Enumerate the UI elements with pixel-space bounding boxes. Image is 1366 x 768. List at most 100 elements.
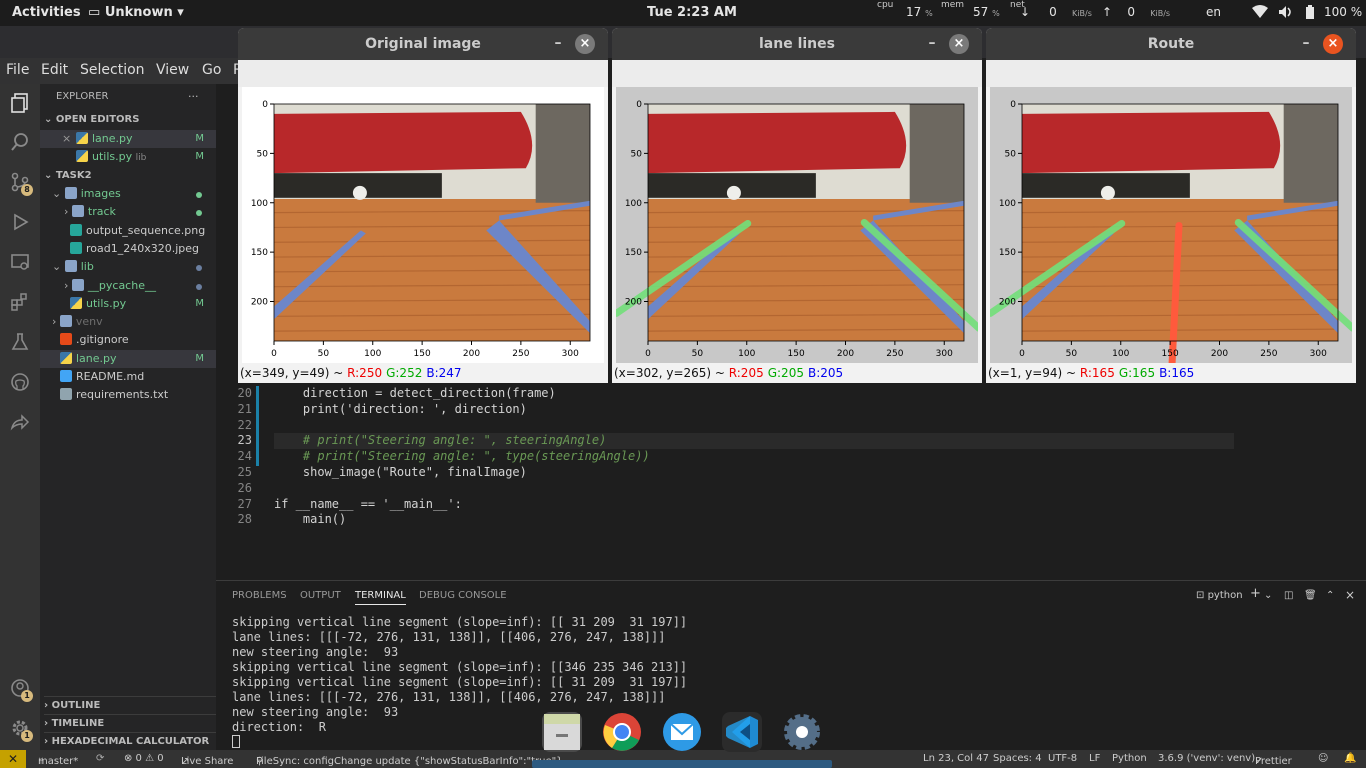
x-tick-label: 100: [1112, 349, 1129, 359]
open-editor-utils[interactable]: utils.py lib M: [40, 148, 216, 166]
tab-output[interactable]: OUTPUT: [300, 590, 341, 601]
add-terminal-icon[interactable]: +: [1250, 586, 1261, 601]
tree-item[interactable]: › venv: [40, 313, 216, 331]
tree-item[interactable]: ⌄ images: [40, 185, 216, 203]
gear-icon[interactable]: 1: [8, 718, 33, 742]
code-line[interactable]: direction = detect_direction(frame): [274, 386, 556, 400]
tab-debug-console[interactable]: DEBUG CONSOLE: [419, 590, 507, 601]
tree-item[interactable]: › track: [40, 203, 216, 221]
code-line[interactable]: if __name__ == '__main__':: [274, 497, 462, 511]
pixel-b: B:247: [426, 366, 462, 380]
wifi-icon[interactable]: [1252, 5, 1268, 23]
app-menu[interactable]: ▭ Unknown ▾: [88, 5, 184, 20]
menu-selection[interactable]: Selection: [80, 62, 145, 78]
tree-item[interactable]: requirements.txt: [40, 386, 216, 404]
window-titlebar[interactable]: Original image – ×: [238, 28, 608, 60]
tree-item-label: utils.py: [86, 296, 127, 310]
github-icon[interactable]: [8, 372, 32, 396]
window-titlebar[interactable]: lane lines – ×: [612, 28, 982, 60]
close-icon[interactable]: ×: [62, 130, 71, 148]
split-terminal-icon[interactable]: ◫: [1284, 590, 1293, 601]
tree-item[interactable]: › __pycache__: [40, 277, 216, 295]
feedback-icon[interactable]: ☺: [1318, 753, 1328, 764]
volume-icon[interactable]: [1278, 5, 1294, 23]
close-icon[interactable]: ×: [949, 34, 969, 54]
chevron-down-icon[interactable]: ⌄: [1264, 590, 1272, 601]
tab-problems[interactable]: PROBLEMS: [232, 590, 287, 601]
tree-item[interactable]: lane.py M: [40, 349, 216, 368]
plot-figure[interactable]: 0 50 100 150 200 250 300 0 50 100 150 200: [616, 87, 978, 363]
y-tick-label: 100: [625, 199, 642, 209]
more-actions-icon[interactable]: ···: [188, 88, 208, 106]
python-interpreter[interactable]: 3.6.9 ('venv': venv): [1158, 753, 1255, 764]
x-tick-label: 0: [271, 349, 277, 359]
minimize-icon[interactable]: –: [552, 36, 564, 50]
tab-terminal[interactable]: TERMINAL: [355, 590, 406, 605]
battery-icon[interactable]: [1306, 5, 1314, 23]
end-of-line[interactable]: LF: [1089, 753, 1100, 764]
sync-icon[interactable]: ⟳: [96, 753, 104, 764]
menu-go[interactable]: Go: [202, 62, 221, 78]
image-window[interactable]: Route – × 0 50 100 150 200 250 300 0 50 100 150 200 (x=…: [986, 28, 1356, 383]
remote-explorer-icon[interactable]: [8, 252, 32, 276]
menu-file[interactable]: File: [6, 62, 29, 78]
terminal-select[interactable]: ⊡ python: [1196, 590, 1243, 601]
minimize-icon[interactable]: –: [926, 36, 938, 50]
account-icon[interactable]: 1: [8, 678, 33, 702]
trash-icon[interactable]: 🗑: [1304, 590, 1317, 601]
code-line[interactable]: # print("Steering angle: ", steeringAngl…: [274, 433, 606, 447]
maximize-panel-icon[interactable]: ⌃: [1326, 590, 1334, 601]
remote-indicator-icon[interactable]: ✕: [0, 750, 26, 768]
activities-button[interactable]: Activities: [12, 5, 81, 20]
keyboard-language[interactable]: en: [1206, 5, 1221, 19]
tree-item[interactable]: .gitignore: [40, 331, 216, 349]
vscode-app-icon[interactable]: [722, 712, 762, 752]
code-line[interactable]: # print("Steering angle: ", type(steerin…: [274, 449, 650, 463]
language-mode[interactable]: Python: [1112, 753, 1147, 764]
chrome-app-icon[interactable]: [602, 712, 642, 752]
image-window[interactable]: Original image – × 0 50 100 150 200 250 300 0 50 100…: [238, 28, 608, 383]
cursor-position[interactable]: Ln 23, Col 47: [923, 753, 989, 764]
files-app-icon[interactable]: [542, 712, 582, 752]
hex-calculator-section[interactable]: › HEXADECIMAL CALCULATOR: [44, 732, 220, 750]
close-icon[interactable]: ×: [1323, 34, 1343, 54]
close-panel-icon[interactable]: ×: [1345, 588, 1355, 602]
tree-item-label: requirements.txt: [76, 388, 169, 402]
mail-app-icon[interactable]: [662, 712, 702, 752]
explorer-icon[interactable]: [8, 92, 32, 116]
code-line[interactable]: show_image("Route", finalImage): [274, 465, 527, 479]
minimize-icon[interactable]: –: [1300, 36, 1312, 50]
problems-status[interactable]: ⊗ 0 ⚠ 0: [124, 753, 164, 764]
bell-icon[interactable]: 🔔: [1344, 753, 1356, 764]
code-lines[interactable]: 20 direction = detect_direction(frame) 21…: [216, 384, 1366, 544]
image-window[interactable]: lane lines – × 0 50 100 150 200 250 300 0 50 100 150 2…: [612, 28, 982, 383]
encoding[interactable]: UTF-8: [1048, 753, 1077, 764]
timeline-section[interactable]: › TIMELINE: [44, 714, 220, 732]
code-line[interactable]: main(): [274, 512, 346, 526]
tree-item[interactable]: README.md: [40, 368, 216, 386]
open-editors-section[interactable]: ⌄ OPEN EDITORS: [44, 111, 220, 129]
project-section[interactable]: ⌄ TASK2: [44, 167, 220, 185]
run-debug-icon[interactable]: [8, 212, 32, 236]
tree-item[interactable]: output_sequence.png: [40, 222, 216, 240]
open-editor-lane[interactable]: × lane.py M: [40, 130, 216, 148]
clock[interactable]: Tue 2:23 AM: [647, 5, 737, 20]
testing-icon[interactable]: [8, 332, 32, 356]
live-share-icon[interactable]: [8, 412, 32, 436]
extensions-icon[interactable]: [8, 292, 32, 316]
tree-item[interactable]: road1_240x320.jpeg: [40, 240, 216, 258]
tree-item[interactable]: ⌄ lib: [40, 258, 216, 276]
tree-item[interactable]: utils.py M: [40, 295, 216, 313]
source-control-icon[interactable]: 8: [8, 172, 33, 196]
plot-figure[interactable]: 0 50 100 150 200 250 300 0 50 100 150 200: [242, 87, 604, 363]
plot-figure[interactable]: 0 50 100 150 200 250 300 0 50 100 150 200: [990, 87, 1352, 363]
code-line[interactable]: print('direction: ', direction): [274, 402, 527, 416]
window-titlebar[interactable]: Route – ×: [986, 28, 1356, 60]
close-icon[interactable]: ×: [575, 34, 595, 54]
settings-app-icon[interactable]: [782, 712, 822, 752]
outline-section[interactable]: › OUTLINE: [44, 696, 220, 714]
menu-edit[interactable]: Edit: [41, 62, 68, 78]
search-icon[interactable]: [8, 132, 32, 156]
menu-view[interactable]: View: [156, 62, 189, 78]
indentation[interactable]: Spaces: 4: [993, 753, 1042, 764]
